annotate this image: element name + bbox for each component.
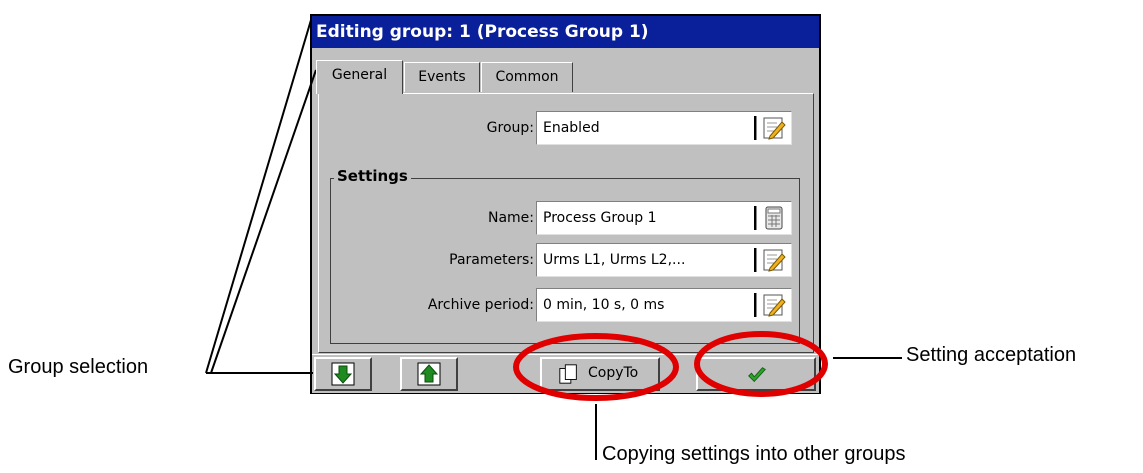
setting-acceptation-annotation: Setting acceptation [906,344,1077,366]
copy-to-highlight-circle [513,333,679,401]
annotation-overlay [205,19,902,460]
accept-highlight-circle [694,331,828,397]
group-selection-pointer-line [210,69,317,374]
copying-settings-annotation: Copying settings into other groups [602,443,906,465]
group-selection-pointer-line [205,19,312,374]
tab-general[interactable]: General [316,60,403,94]
group-selection-annotation: Group selection [8,356,149,378]
